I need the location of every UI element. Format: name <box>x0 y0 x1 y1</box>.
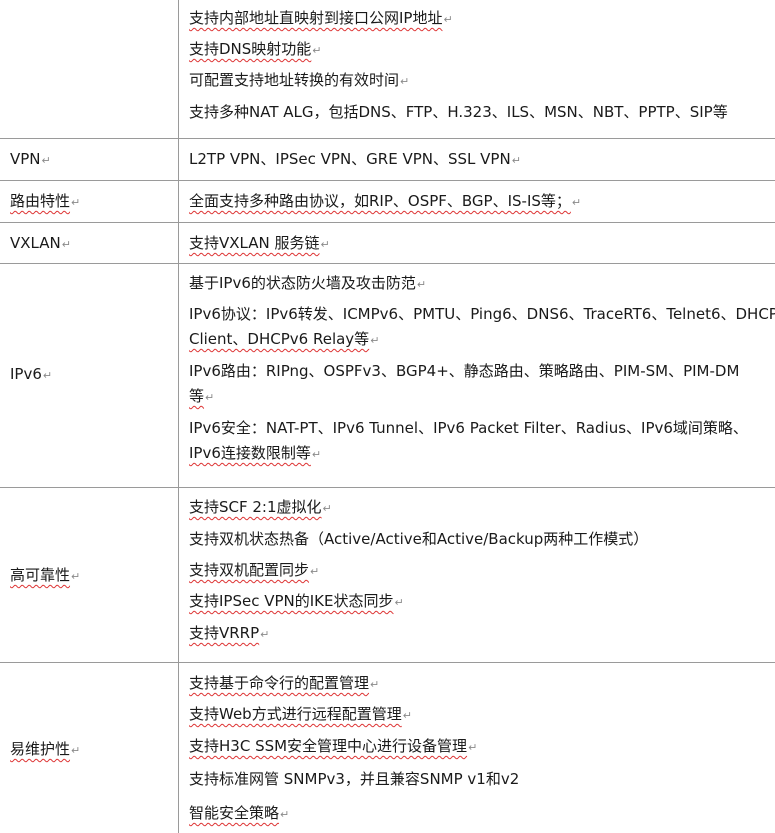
feature-item: 支持VXLAN 服务链↵ <box>189 234 330 252</box>
feature-item-continued: IPv6连接数限制等↵ <box>189 444 322 462</box>
row-label: 易维护性↵ <box>10 740 81 758</box>
table-row: 高可靠性↵ 支持SCF 2:1虚拟化↵ 支持双机状态热备（Active/Acti… <box>0 487 775 662</box>
feature-item: 支持双机配置同步↵ <box>189 561 320 579</box>
feature-item: IPv6安全：NAT-PT、IPv6 Tunnel、IPv6 Packet Fi… <box>189 419 748 437</box>
feature-item: IPv6协议：IPv6转发、ICMPv6、PMTU、Ping6、DNS6、Tra… <box>189 305 775 323</box>
feature-item: 支持SCF 2:1虚拟化↵ <box>189 498 332 516</box>
row-label: VPN↵ <box>10 150 51 168</box>
row-label: IPv6↵ <box>10 365 53 383</box>
feature-item: 支持多种NAT ALG，包括DNS、FTP、H.323、ILS、MSN、NBT、… <box>189 103 728 121</box>
row-label: 高可靠性↵ <box>10 566 81 584</box>
table-row: 易维护性↵ 支持基于命令行的配置管理↵ 支持Web方式进行远程配置管理↵ 支持H… <box>0 662 775 833</box>
feature-item-continued: Client、DHCPv6 Relay等↵ <box>189 330 380 348</box>
table-row: 支持内部地址直映射到接口公网IP地址↵ 支持DNS映射功能↵ 可配置支持地址转换… <box>0 0 775 138</box>
feature-item: L2TP VPN、IPSec VPN、GRE VPN、SSL VPN↵ <box>189 150 521 168</box>
feature-item: 全面支持多种路由协议，如RIP、OSPF、BGP、IS-IS等；↵ <box>189 192 582 210</box>
table-row: 路由特性↵ 全面支持多种路由协议，如RIP、OSPF、BGP、IS-IS等；↵ <box>0 180 775 222</box>
feature-item: 支持标准网管 SNMPv3，并且兼容SNMP v1和v2 <box>189 770 520 788</box>
spec-table: 支持内部地址直映射到接口公网IP地址↵ 支持DNS映射功能↵ 可配置支持地址转换… <box>0 0 775 833</box>
table-row: VXLAN↵ 支持VXLAN 服务链↵ <box>0 222 775 263</box>
table-row: IPv6↵ 基于IPv6的状态防火墙及攻击防范↵ IPv6协议：IPv6转发、I… <box>0 263 775 487</box>
feature-item-continued: 等↵ <box>189 387 215 405</box>
feature-item: 支持Web方式进行远程配置管理↵ <box>189 705 412 723</box>
feature-item: 可配置支持地址转换的有效时间↵ <box>189 71 410 89</box>
feature-item: 支持双机状态热备（Active/Active和Active/Backup两种工作… <box>189 530 649 548</box>
feature-item: 支持IPSec VPN的IKE状态同步↵ <box>189 592 404 610</box>
table-row: VPN↵ L2TP VPN、IPSec VPN、GRE VPN、SSL VPN↵ <box>0 138 775 180</box>
feature-item: 支持H3C SSM安全管理中心进行设备管理↵ <box>189 737 478 755</box>
feature-item: 智能安全策略↵ <box>189 804 290 822</box>
feature-item: 支持基于命令行的配置管理↵ <box>189 674 380 692</box>
row-label: VXLAN↵ <box>10 234 71 252</box>
feature-item: 支持VRRP↵ <box>189 624 270 642</box>
feature-item: 基于IPv6的状态防火墙及攻击防范↵ <box>189 274 427 292</box>
feature-item: IPv6路由：RIPng、OSPFv3、BGP4+、静态路由、策略路由、PIM-… <box>189 362 740 380</box>
feature-item: 支持DNS映射功能↵ <box>189 40 322 58</box>
feature-item: 支持内部地址直映射到接口公网IP地址↵ <box>189 9 453 27</box>
row-label: 路由特性↵ <box>10 192 81 210</box>
